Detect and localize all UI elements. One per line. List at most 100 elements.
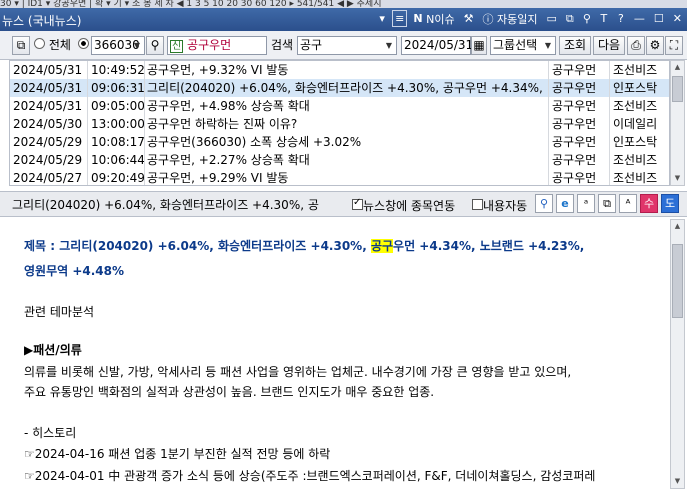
news-stock: 공구우먼	[552, 135, 597, 149]
group-select[interactable]: 그룹선택 ▼	[490, 36, 556, 55]
tool-icon[interactable]: ⚒	[461, 10, 477, 27]
column-divider	[609, 61, 610, 185]
table-row[interactable]: 2024/05/29 10:06:44 공구우먼, +2.27% 상승폭 확대 …	[10, 151, 669, 169]
scroll-up-icon[interactable]: ▲	[671, 61, 684, 74]
date-input[interactable]: 2024/05/31	[401, 36, 474, 55]
scroll-down-icon[interactable]: ▼	[671, 475, 684, 488]
scroll-up-icon[interactable]: ▲	[671, 220, 684, 233]
news-stock: 공구우먼	[552, 153, 597, 167]
news-stock: 공구우먼	[552, 99, 597, 113]
news-source: 조선비즈	[613, 99, 658, 113]
news-title: 공구우먼, +4.98% 상승폭 확대	[147, 99, 310, 113]
search-toolbar: ⧉ 전체 366030 ▼ ⚲ 신 공구우먼 검색 공구 ▼ 2024/05/31 …	[0, 31, 687, 60]
scroll-down-icon[interactable]: ▼	[671, 172, 684, 185]
news-time: 10:08:17	[91, 135, 145, 149]
title-bar: 뉴스 (국내뉴스) ▾ ≡ N N이슈 ⚒ ⓘ 자동일지 ▭ ⧉ ⚲ T ? —…	[0, 8, 687, 31]
history-item: ☞2024-04-16 패션 업종 1분기 부진한 실적 전망 등에 하락	[24, 447, 331, 461]
code-radio[interactable]	[78, 36, 90, 55]
news-source: 인포스탁	[613, 135, 658, 149]
headline-highlight: 공구	[370, 239, 394, 253]
chevron-down-icon[interactable]: ▼	[541, 37, 555, 54]
sell-button[interactable]: 도	[661, 194, 679, 213]
buy-button[interactable]: 수	[640, 194, 658, 213]
copy-window-icon[interactable]: ⧉	[563, 10, 577, 27]
news-date: 2024/05/30	[13, 117, 83, 131]
calendar-icon[interactable]: ▦	[471, 36, 487, 55]
menu-icon[interactable]: ≡	[392, 10, 408, 27]
table-row[interactable]: 2024/05/29 10:08:17 공구우먼(366030) 소폭 상승세 …	[10, 133, 669, 151]
search-input[interactable]: 공구 ▼	[297, 36, 397, 55]
news-time: 09:05:00	[91, 99, 145, 113]
browser-icon[interactable]: e	[556, 194, 574, 213]
news-stock: 공구우먼	[552, 81, 597, 95]
news-stock: 공구우먼	[552, 171, 597, 185]
maximize-icon[interactable]: ☐	[651, 10, 667, 27]
news-title: 공구우먼, +2.27% 상승폭 확대	[147, 153, 310, 167]
print-icon[interactable]: ⎙	[627, 36, 645, 55]
title-controls: ▾ ≡ N N이슈 ⚒ ⓘ 자동일지 ▭ ⧉ ⚲ T ? — ☐ ✕	[375, 10, 685, 27]
scroll-thumb[interactable]	[672, 76, 683, 102]
zoom-icon[interactable]: ⚲	[535, 194, 553, 213]
auto-log-button[interactable]: ⓘ 자동일지	[479, 10, 540, 27]
related-theme-label: 관련 테마분석	[24, 305, 95, 319]
copy-icon[interactable]: ⧉	[598, 194, 616, 213]
font-size-icon[interactable]: T	[597, 10, 611, 27]
history-item: ☞2024-04-01 中 관광객 증가 소식 등에 상승(주도주 :브랜드엑스…	[24, 469, 596, 483]
chevron-down-icon[interactable]: ▼	[130, 37, 144, 54]
headline-line2: 영원무역 +4.48%	[24, 264, 125, 278]
expand-icon[interactable]: ⛶	[665, 36, 683, 55]
next-button[interactable]: 다음	[593, 36, 625, 55]
minimize-icon[interactable]: —	[631, 10, 648, 27]
link-stock-checkbox[interactable]: 뉴스창에 종목연동	[352, 197, 455, 214]
news-date: 2024/05/31	[13, 81, 83, 95]
table-row[interactable]: 2024/05/31 09:06:31 그리티(204020) +6.04%, …	[10, 79, 669, 97]
credit-badge: 신	[170, 40, 184, 53]
n-issue-label: N이슈	[426, 12, 455, 26]
theme-description: 의류를 비롯해 신발, 가방, 악세사리 등 패션 사업을 영위하는 업체군. …	[24, 365, 572, 379]
table-row[interactable]: 2024/05/31 09:05:00 공구우먼, +4.98% 상승폭 확대 …	[10, 97, 669, 115]
news-source: 조선비즈	[613, 63, 658, 77]
search-value: 공구	[300, 38, 323, 52]
n-issue-button[interactable]: N N이슈	[410, 10, 457, 27]
news-stock: 공구우먼	[552, 63, 597, 77]
news-time: 09:06:31	[91, 81, 145, 95]
font-down-icon[interactable]: ᵃ	[577, 194, 595, 213]
alert-icon: ⓘ	[482, 12, 494, 26]
news-time: 10:49:52	[91, 63, 145, 77]
all-radio[interactable]: 전체	[34, 36, 84, 55]
news-date: 2024/05/31	[13, 63, 83, 77]
news-source: 이데일리	[613, 117, 658, 131]
search-icon[interactable]: ⚲	[146, 36, 164, 55]
table-row[interactable]: 2024/05/27 09:20:49 공구우먼, +9.29% VI 발동 공…	[10, 169, 669, 185]
screen-link-icon[interactable]: ⧉	[12, 36, 30, 55]
news-source: 조선비즈	[613, 171, 658, 185]
pin-icon[interactable]: ⚲	[580, 10, 594, 27]
checkbox-icon	[472, 199, 483, 210]
date-value: 2024/05/31	[404, 38, 474, 52]
news-list-scrollbar[interactable]: ▲ ▼	[670, 60, 685, 186]
news-title: 그리티(204020) +6.04%, 화승엔터프라이즈 +4.30%, 공구우…	[147, 81, 543, 95]
scroll-thumb[interactable]	[672, 244, 683, 318]
stock-code-input[interactable]: 366030 ▼	[91, 36, 145, 55]
query-button[interactable]: 조회	[559, 36, 591, 55]
gear-icon[interactable]: ⚙	[646, 36, 664, 55]
help-icon[interactable]: ?	[614, 10, 628, 27]
detail-title: 그리티(204020) +6.04%, 화승엔터프라이즈 +4.30%, 공	[12, 198, 319, 212]
table-row[interactable]: 2024/05/30 13:00:00 공구우먼 하락하는 진짜 이유? 공구우…	[10, 115, 669, 133]
close-icon[interactable]: ✕	[670, 10, 685, 27]
content-scrollbar[interactable]: ▲ ▼	[670, 219, 685, 489]
news-date: 2024/05/27	[13, 171, 83, 185]
layout-icon[interactable]: ▭	[543, 10, 559, 27]
news-list: 2024/05/31 10:49:52 공구우먼, +9.32% VI 발동 공…	[9, 60, 670, 186]
auto-content-checkbox[interactable]: 내용자동	[472, 197, 527, 214]
code-radio-indicator	[78, 38, 89, 49]
window-title: 뉴스 (국내뉴스)	[2, 14, 82, 28]
news-date: 2024/05/31	[13, 99, 83, 113]
chevron-down-icon[interactable]: ▼	[382, 37, 396, 54]
table-row[interactable]: 2024/05/31 10:49:52 공구우먼, +9.32% VI 발동 공…	[10, 61, 669, 79]
dropdown-icon[interactable]: ▾	[375, 10, 389, 27]
stock-name-field[interactable]: 신 공구우먼	[167, 36, 267, 55]
font-up-icon[interactable]: ᴬ	[619, 194, 637, 213]
headline-prefix: 제목 : 그리티(204020) +6.04%, 화승엔터프라이즈 +4.30%…	[24, 239, 371, 253]
all-radio-label: 전체	[48, 38, 71, 52]
